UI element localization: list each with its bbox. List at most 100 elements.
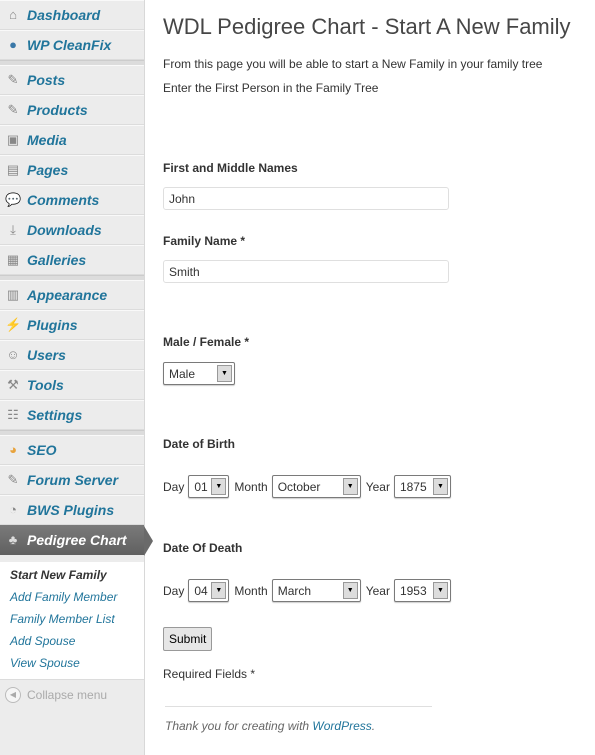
sidebar-item-label: Downloads: [27, 222, 102, 238]
sidebar-item-label: Tools: [27, 377, 64, 393]
chevron-down-icon: ▼: [217, 365, 232, 382]
sidebar-item-pages[interactable]: ▤ Pages: [0, 155, 144, 185]
sidebar-item-label: Products: [27, 102, 88, 118]
dob-month-value: October: [277, 479, 321, 494]
year-label: Year: [365, 479, 390, 494]
dob-day-select[interactable]: 01 ▼: [188, 475, 230, 498]
dob-year-select[interactable]: 1875 ▼: [393, 475, 451, 498]
first-names-input[interactable]: [163, 187, 449, 210]
submenu-view-spouse[interactable]: View Spouse: [10, 656, 80, 670]
collapse-menu-button[interactable]: ◀ Collapse menu: [5, 687, 107, 703]
sidebar-item-label: Plugins: [27, 317, 78, 333]
pages-icon: ▤: [6, 162, 20, 177]
media-icon: ▣: [6, 132, 20, 147]
sidebar-item-media[interactable]: ▣ Media: [0, 125, 144, 155]
intro-text: From this page you will be able to start…: [163, 57, 543, 71]
main-content: WDL Pedigree Chart - Start A New Family …: [163, 0, 595, 755]
sidebar-item-label: Pedigree Chart: [27, 532, 127, 548]
sidebar-item-seo[interactable]: ◕ SEO: [0, 435, 144, 465]
dob-row: Day 01 ▼ Month October ▼ Year 1875 ▼: [163, 475, 456, 498]
tools-icon: ⚒: [7, 377, 19, 392]
seo-icon: ◕: [9, 442, 17, 457]
chevron-down-icon: ▼: [432, 478, 448, 495]
submenu-family-member-list[interactable]: Family Member List: [10, 612, 115, 626]
sidebar-item-label: Media: [27, 132, 67, 148]
dob-label: Date of Birth: [163, 437, 235, 451]
sidebar-item-label: Dashboard: [27, 7, 101, 23]
dod-day-select[interactable]: 04 ▼: [188, 579, 230, 602]
settings-icon: ☷: [7, 407, 19, 422]
sidebar-item-label: Galleries: [27, 252, 87, 268]
dod-label: Date Of Death: [163, 541, 243, 555]
home-icon: ⌂: [9, 7, 17, 22]
gender-select[interactable]: Male ▼: [163, 362, 235, 385]
dob-month-select[interactable]: October ▼: [271, 475, 361, 498]
sidebar-item-label: Forum Server: [27, 472, 119, 488]
gallery-icon: ▦: [6, 252, 20, 267]
day-label: Day: [163, 479, 185, 494]
collapse-label: Collapse menu: [27, 688, 108, 702]
year-label: Year: [365, 583, 390, 598]
wordpress-link[interactable]: WordPress: [312, 719, 371, 733]
sidebar-item-plugins[interactable]: ⚡ Plugins: [0, 310, 144, 340]
sidebar-item-users[interactable]: ☺ Users: [0, 340, 144, 370]
sidebar-item-settings[interactable]: ☷ Settings: [0, 400, 144, 430]
sidebar-item-wp-cleanfix[interactable]: ● WP CleanFix: [0, 30, 144, 60]
day-label: Day: [163, 583, 185, 598]
sidebar-item-galleries[interactable]: ▦ Galleries: [0, 245, 144, 275]
dod-year-select[interactable]: 1953 ▼: [393, 579, 451, 602]
appearance-icon: ▥: [6, 287, 20, 302]
sidebar-item-downloads[interactable]: ⤓ Downloads: [0, 215, 144, 245]
submenu-add-spouse[interactable]: Add Spouse: [10, 634, 75, 648]
sidebar-item-label: Settings: [27, 407, 83, 423]
sidebar-item-label: Posts: [27, 72, 66, 88]
tree-icon: ♣: [8, 532, 18, 547]
sidebar-item-label: Users: [27, 347, 66, 363]
dod-month-value: March: [277, 583, 312, 598]
chevron-down-icon: ▼: [211, 582, 227, 599]
page-title: WDL Pedigree Chart - Start A New Family: [163, 14, 571, 39]
pin-icon: ✎: [7, 102, 19, 117]
users-icon: ☺: [6, 347, 20, 362]
download-icon: ⤓: [10, 222, 16, 237]
sidebar-item-tools[interactable]: ⚒ Tools: [0, 370, 144, 400]
sidebar-item-bws-plugins[interactable]: ◔ BWS Plugins: [0, 495, 144, 525]
subintro-text: Enter the First Person in the Family Tre…: [163, 81, 379, 95]
chevron-down-icon: ▼: [432, 582, 448, 599]
dod-month-select[interactable]: March ▼: [271, 579, 361, 602]
chevron-down-icon: ▼: [211, 478, 227, 495]
bws-icon: ◔: [9, 502, 17, 517]
sidebar-item-forum-server[interactable]: ✎ Forum Server: [0, 465, 144, 495]
sidebar-item-posts[interactable]: ✎ Posts: [0, 65, 144, 95]
chevron-down-icon: ▼: [342, 478, 358, 495]
dob-day-value: 01: [194, 479, 208, 494]
dob-year-value: 1875: [399, 479, 427, 494]
family-name-input[interactable]: [163, 260, 449, 283]
submenu: Start New Family Add Family Member Famil…: [0, 562, 144, 680]
footer-text: Thank you for creating with: [165, 719, 313, 733]
chevron-down-icon: ▼: [342, 582, 358, 599]
sidebar-item-pedigree-chart[interactable]: ♣ Pedigree Chart: [0, 525, 144, 555]
sidebar-item-label: Appearance: [27, 287, 108, 303]
sidebar-item-label: WP CleanFix: [27, 37, 112, 53]
submenu-start-new-family[interactable]: Start New Family: [10, 568, 107, 582]
sidebar-item-appearance[interactable]: ▥ Appearance: [0, 280, 144, 310]
first-names-label: First and Middle Names: [163, 161, 298, 175]
sidebar-item-comments[interactable]: 💬 Comments: [0, 185, 144, 215]
submenu-add-family-member[interactable]: Add Family Member: [10, 590, 117, 604]
dod-year-value: 1953: [399, 583, 427, 598]
plugin-icon: ⚡: [5, 317, 22, 332]
sidebar-item-label: Pages: [27, 162, 69, 178]
footer-end: .: [371, 719, 376, 733]
gender-label: Male / Female *: [163, 335, 250, 349]
submit-button[interactable]: Submit: [163, 627, 213, 651]
required-fields-note: Required Fields *: [163, 667, 256, 681]
sidebar-item-dashboard[interactable]: ⌂ Dashboard: [0, 0, 144, 30]
month-label: Month: [234, 583, 268, 598]
comment-icon: 💬: [5, 192, 22, 207]
sidebar-item-products[interactable]: ✎ Products: [0, 95, 144, 125]
pin-icon: ✎: [7, 72, 19, 87]
active-menu-arrow: [144, 526, 153, 556]
pencil-icon: ✎: [7, 472, 19, 487]
family-name-label: Family Name *: [163, 234, 246, 248]
